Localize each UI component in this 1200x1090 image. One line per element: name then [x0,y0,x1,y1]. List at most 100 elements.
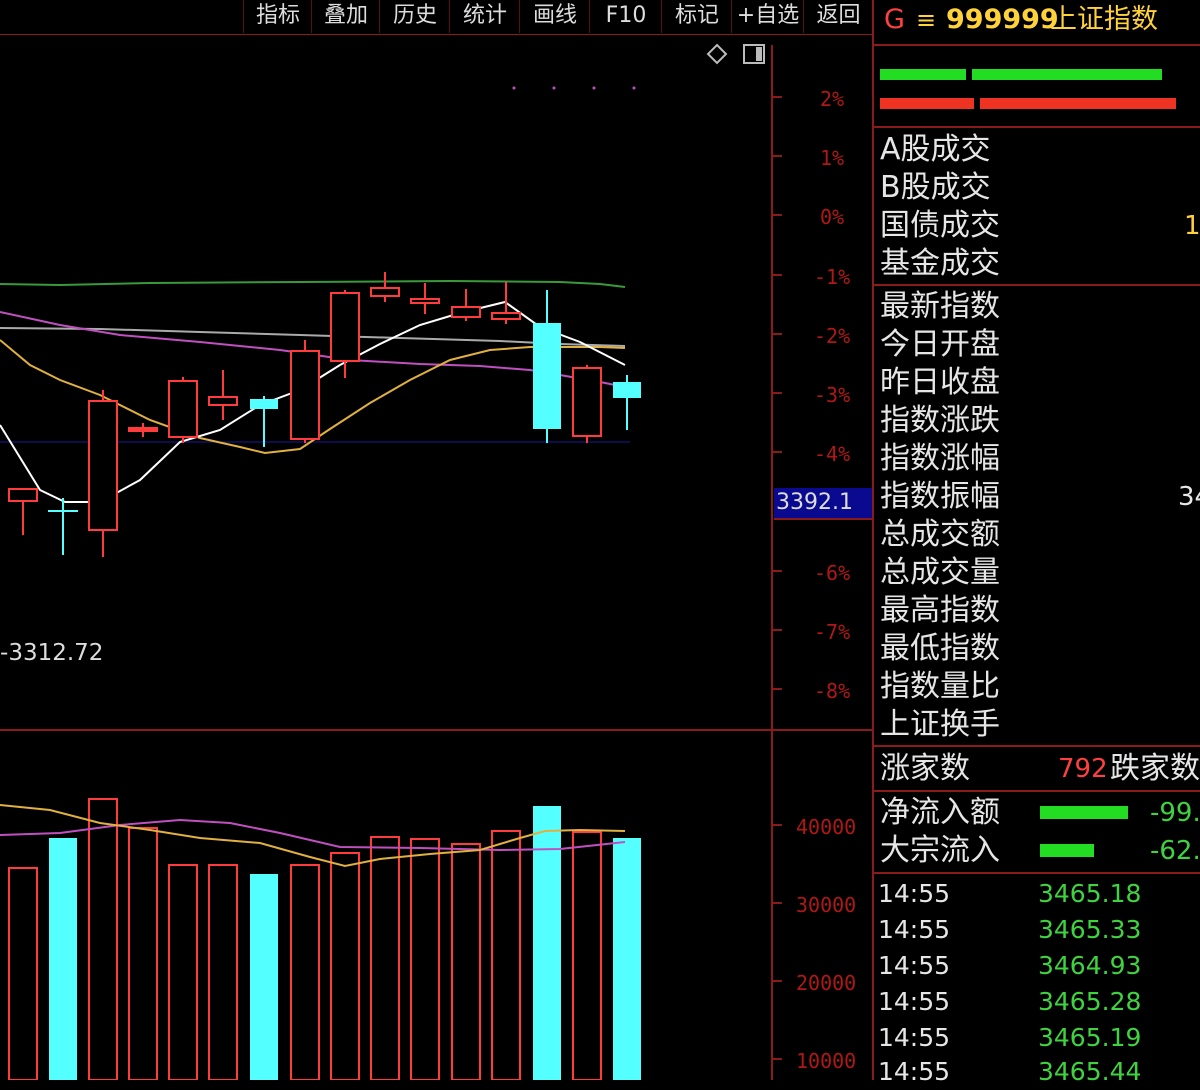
volume-bar [208,864,238,1080]
toolbar-back-button[interactable]: 返回 [803,0,873,33]
volume-bar [613,838,641,1080]
security-code: 999999 [946,4,1059,35]
quote-panel: G ≡ 999999 上证指数 A股成交 B股成交 国债成交 1 基金成交 最新… [874,0,1200,1086]
toolbar-stats-button[interactable]: 统计 [449,0,520,33]
volume-bar [572,831,602,1080]
divider [874,790,1200,792]
price-axis-label: 1% [820,146,845,170]
tick-time: 14:55 [878,987,951,1016]
price-axis-label: 2% [820,87,845,111]
price-axis-label: -8% [814,679,851,703]
block-inflow-value: -62. [1150,836,1200,866]
candle [290,340,320,443]
volume-axis-label: 40000 [796,815,857,839]
fund-volume-label: 基金成交 [880,246,1000,281]
advancers-count: 792 [1058,754,1108,784]
volume-bar [168,864,198,1080]
toolbar-draw-button[interactable]: 画线 [519,0,590,33]
volume-bar [128,827,158,1080]
total-turnover-label: 总成交额 [880,517,1000,552]
volume-bars [8,798,641,1080]
volume-axis-label: 30000 [796,893,857,917]
candle [613,375,641,430]
tick-time: 14:55 [878,915,951,944]
tick-price: 3465.19 [1038,1023,1142,1052]
candle [370,272,400,302]
decliners-label: 跌家数 [1110,751,1200,786]
net-inflow-bar [1040,806,1128,819]
index-change-label: 指数涨跌 [880,403,1000,438]
toolbar-mark-button[interactable]: 标记 [661,0,732,33]
volume-bar [88,798,118,1080]
sell-bar [880,98,974,109]
candle [572,365,602,443]
index-change-pct-label: 指数涨幅 [880,441,1000,476]
chart-toolbar: 指标 叠加 历史 统计 画线 F10 标记 +自选 返回 [0,0,872,35]
price-axis-label: -3% [814,383,851,407]
volume-bar [250,874,278,1080]
b-share-volume-label: B股成交 [880,170,991,205]
kline-chart-area[interactable]: 2% 1% 0% -1% -2% -3% -4% -6% -7% -8% 339… [0,35,874,1080]
candle [48,498,78,555]
bond-volume-label: 国债成交 [880,208,1000,243]
tick-time: 14:55 [878,1023,951,1052]
diamond-icon[interactable] [706,43,728,65]
divider [874,872,1200,874]
volume-bar [451,843,481,1080]
buy-bar [972,69,1162,80]
net-inflow-value: -99. [1150,798,1200,828]
price-axis-label: -2% [814,324,851,348]
high-index-label: 最高指数 [880,593,1000,628]
advancers-label: 涨家数 [880,751,970,786]
divider [874,126,1200,128]
volume-bar [370,836,400,1080]
toolbar-indicator-button[interactable]: 指标 [243,0,312,33]
block-inflow-bar [1040,844,1094,857]
volume-bar [491,830,521,1080]
menu-icon[interactable]: ≡ [916,0,936,40]
toolbar-history-button[interactable]: 历史 [379,0,450,33]
volume-bar [330,852,360,1080]
total-volume-label: 总成交量 [880,555,1000,590]
candle [168,377,198,443]
candle [451,289,481,321]
group-label[interactable]: G [884,0,905,40]
buy-bar [880,69,966,80]
price-axis-label: -7% [814,620,851,644]
candle [208,370,238,420]
toolbar-overlay-button[interactable]: 叠加 [311,0,380,33]
a-share-volume-label: A股成交 [880,132,991,167]
ma-green-line [0,279,626,288]
price-axis-ticks [772,96,782,1060]
window-icon[interactable] [743,44,765,64]
tick-time: 14:55 [878,1057,951,1086]
divider [874,745,1200,747]
tick-time: 14:55 [878,879,951,908]
tick-price: 3465.33 [1038,915,1142,944]
volume-bar [8,867,38,1080]
price-axis-label: -6% [814,561,851,585]
volume-bar [410,838,440,1080]
toolbar-f10-button[interactable]: F10 [589,0,662,33]
net-inflow-label: 净流入额 [880,795,1000,830]
low-index-label: 最低指数 [880,631,1000,666]
volume-axis-label: 20000 [796,971,857,995]
open-index-label: 今日开盘 [880,327,1000,362]
tick-price: 3465.44 [1038,1057,1142,1086]
price-axis-label: -4% [814,442,851,466]
low-price-marker: -3312.72 [0,640,103,666]
tick-price: 3465.28 [1038,987,1142,1016]
candle [533,290,561,443]
candle [330,290,360,378]
turnover-rate-label: 上证换手 [880,707,1000,742]
volume-bar [533,806,561,1080]
volume-bar [49,838,77,1080]
candle [250,396,278,447]
toolbar-add-favorite-button[interactable]: +自选 [731,0,804,33]
volume-ratio-label: 指数量比 [880,669,1000,704]
cursor-price-label: 3392.1 [774,488,874,520]
sell-bar [980,98,1176,109]
security-name: 上证指数 [1050,4,1158,35]
candle [8,488,38,535]
index-amplitude-label: 指数振幅 [880,479,1000,514]
